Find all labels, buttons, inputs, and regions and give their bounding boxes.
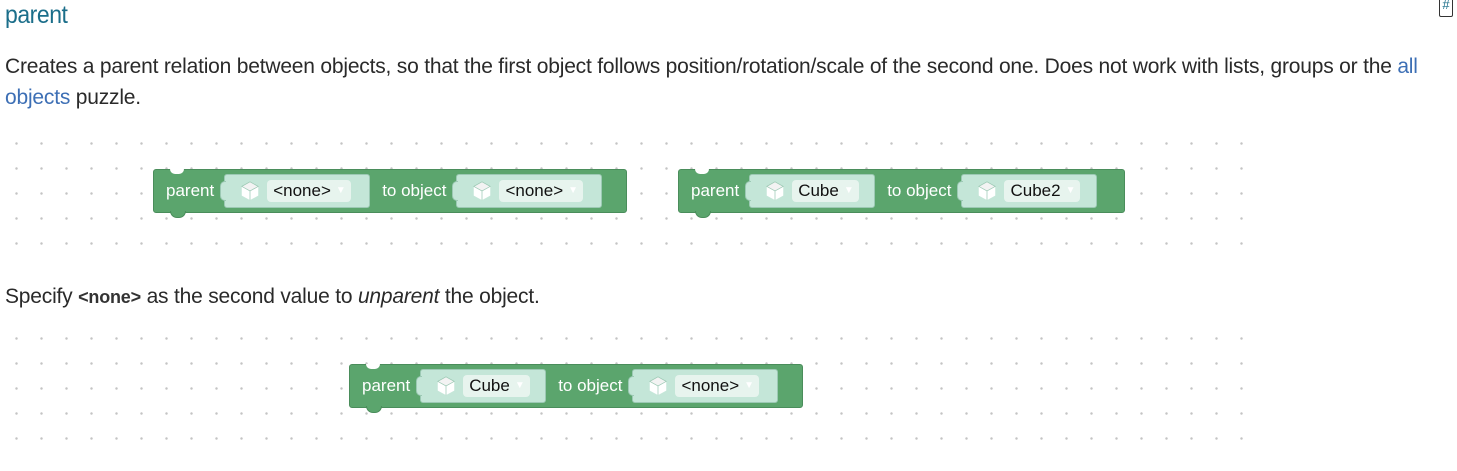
triangle-down-icon: ▼ (514, 380, 525, 391)
note-text-end: the object. (439, 285, 540, 308)
unparent-emphasis: unparent (357, 285, 440, 308)
cube-icon (437, 376, 456, 396)
unparent-note: Specify <none> as the second value to un… (5, 281, 540, 313)
page-title: parent (5, 1, 68, 29)
parent-block-2[interactable]: parent Cube ▼ to object Cube2 ▼ (678, 169, 1125, 218)
second-object-dropdown[interactable]: Cube2 ▼ (1004, 180, 1081, 202)
cube-icon (241, 181, 260, 201)
cube-icon (978, 181, 997, 201)
parent-block-3[interactable]: parent Cube ▼ to object <none> ▼ (349, 364, 803, 413)
puzzle-workspace-2: parent Cube ▼ to object <none> ▼ (0, 325, 1262, 450)
first-object-socket: Cube ▼ (416, 369, 547, 403)
triangle-down-icon: ▼ (744, 380, 755, 391)
second-object-socket: Cube2 ▼ (957, 174, 1098, 208)
description-text: Creates a parent relation between object… (5, 55, 1398, 78)
triangle-down-icon: ▼ (1065, 185, 1076, 196)
cube-icon (766, 181, 785, 201)
block-connector-label: to object (887, 181, 952, 200)
anchor-link[interactable]: # (1439, 0, 1453, 17)
dropdown-value: <none> (273, 181, 331, 200)
block-label: parent (691, 181, 740, 200)
dropdown-value: Cube (469, 376, 510, 395)
description-paragraph: Creates a parent relation between object… (5, 51, 1455, 113)
note-text: Specify (5, 285, 79, 308)
first-object-dropdown[interactable]: Cube ▼ (463, 375, 530, 397)
parent-block-1[interactable]: parent <none> ▼ to object <none> ▼ (153, 169, 627, 218)
note-text-middle: as the second value to (140, 285, 358, 308)
second-object-socket: <none> ▼ (628, 369, 779, 403)
first-object-dropdown[interactable]: <none> ▼ (267, 180, 351, 202)
dropdown-value: <none> (505, 181, 564, 200)
block-connector-label: to object (558, 376, 623, 395)
dropdown-value: Cube (798, 181, 839, 200)
puzzle-workspace-1: parent <none> ▼ to object <none> ▼ paren… (0, 130, 1262, 255)
none-keyword: <none> (78, 287, 141, 307)
first-object-socket: Cube ▼ (745, 174, 876, 208)
first-object-dropdown[interactable]: Cube ▼ (792, 180, 859, 202)
triangle-down-icon: ▼ (843, 185, 854, 196)
block-connector-label: to object (382, 181, 447, 200)
block-label: parent (362, 376, 411, 395)
second-object-dropdown[interactable]: <none> ▼ (499, 180, 584, 202)
cube-icon (473, 181, 492, 201)
first-object-socket: <none> ▼ (220, 174, 371, 208)
triangle-down-icon: ▼ (568, 185, 579, 196)
block-label: parent (166, 181, 215, 200)
second-object-dropdown[interactable]: <none> ▼ (675, 375, 760, 397)
description-text-end: puzzle. (70, 86, 141, 109)
dropdown-value: <none> (681, 376, 740, 395)
triangle-down-icon: ▼ (335, 185, 346, 196)
second-object-socket: <none> ▼ (452, 174, 603, 208)
dropdown-value: Cube2 (1010, 181, 1061, 200)
cube-icon (649, 376, 668, 396)
